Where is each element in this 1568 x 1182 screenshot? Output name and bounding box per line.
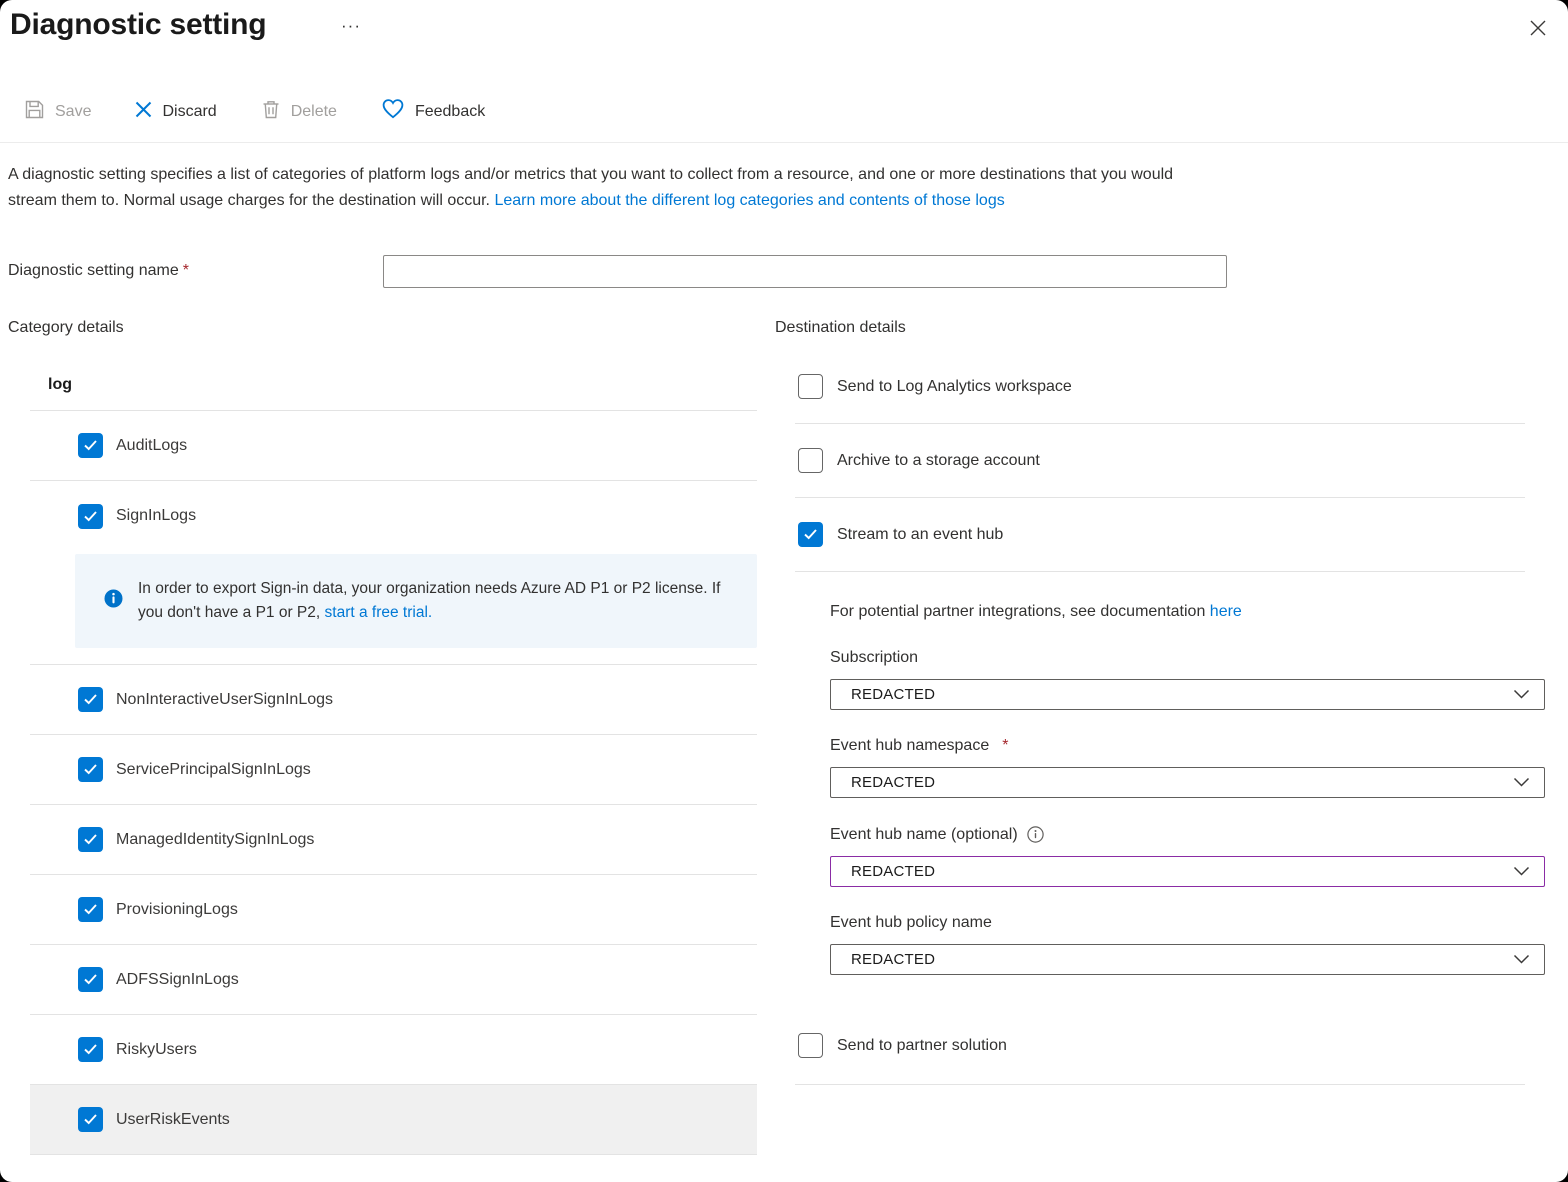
event-hub-namespace-label: Event hub namespace*	[830, 738, 1545, 754]
required-asterisk: *	[183, 262, 189, 279]
category-row-userriskevents[interactable]: UserRiskEvents	[30, 1085, 757, 1155]
event-hub-policy-dropdown[interactable]: REDACTED	[830, 944, 1545, 975]
signin-export-info-box: In order to export Sign-in data, your or…	[75, 554, 757, 648]
chevron-down-icon	[1513, 686, 1530, 704]
command-bar: Save Discard Delete	[24, 98, 485, 125]
checkbox-storage-account[interactable]	[798, 448, 823, 473]
discard-icon	[135, 101, 152, 123]
destination-details-heading: Destination details	[775, 310, 1525, 338]
category-list: AuditLogs SignInLogs	[30, 410, 757, 1155]
close-icon	[1528, 18, 1548, 43]
destination-row-storage-account[interactable]: Archive to a storage account	[795, 424, 1525, 498]
category-details-section: Category details log AuditLogs SignInLog…	[0, 310, 757, 1155]
feedback-button[interactable]: Feedback	[381, 98, 485, 125]
chevron-down-icon	[1513, 951, 1530, 969]
category-row-serviceprincipalsigninlogs[interactable]: ServicePrincipalSignInLogs	[30, 735, 757, 805]
event-hub-name-label: Event hub name (optional)	[830, 826, 1545, 843]
discard-button[interactable]: Discard	[135, 101, 216, 123]
save-icon	[24, 99, 45, 125]
category-row-adfssigninlogs[interactable]: ADFSSignInLogs	[30, 945, 757, 1015]
close-button[interactable]	[1522, 14, 1554, 46]
checkbox-signinlogs[interactable]	[78, 504, 103, 529]
checkbox-adfssigninlogs[interactable]	[78, 967, 103, 992]
category-row-auditlogs[interactable]: AuditLogs	[30, 411, 757, 481]
discard-label: Discard	[162, 103, 216, 121]
event-hub-config-panel: For potential partner integrations, see …	[830, 572, 1545, 975]
delete-button[interactable]: Delete	[261, 99, 337, 125]
feedback-icon	[381, 98, 405, 125]
destination-details-section: Destination details Send to Log Analytic…	[775, 310, 1525, 1085]
destination-row-event-hub[interactable]: Stream to an event hub	[795, 498, 1525, 572]
checkbox-serviceprincipalsigninlogs[interactable]	[78, 757, 103, 782]
overflow-menu-icon[interactable]: ···	[341, 16, 361, 36]
toolbar-divider	[0, 142, 1568, 143]
delete-icon	[261, 99, 281, 125]
learn-more-link[interactable]: Learn more about the different log categ…	[494, 192, 1004, 209]
event-hub-namespace-field: Event hub namespace* REDACTED	[830, 738, 1545, 798]
subscription-label: Subscription	[830, 650, 1545, 666]
destination-row-log-analytics[interactable]: Send to Log Analytics workspace	[795, 350, 1525, 424]
category-row-provisioninglogs[interactable]: ProvisioningLogs	[30, 875, 757, 945]
checkbox-auditlogs[interactable]	[78, 433, 103, 458]
event-hub-policy-field: Event hub policy name REDACTED	[830, 915, 1545, 975]
event-hub-namespace-dropdown[interactable]: REDACTED	[830, 767, 1545, 798]
log-group-header: log	[48, 375, 757, 395]
subscription-dropdown[interactable]: REDACTED	[830, 679, 1545, 710]
checkbox-riskyusers[interactable]	[78, 1037, 103, 1062]
destination-row-partner-solution[interactable]: Send to partner solution	[795, 1007, 1525, 1085]
checkbox-managedidentitysigninlogs[interactable]	[78, 827, 103, 852]
checkbox-partner-solution[interactable]	[798, 1033, 823, 1058]
chevron-down-icon	[1513, 774, 1530, 792]
feedback-label: Feedback	[415, 103, 485, 121]
delete-label: Delete	[291, 103, 337, 121]
subscription-field: Subscription REDACTED	[830, 650, 1545, 710]
info-tooltip-icon[interactable]	[1027, 826, 1044, 843]
intro-text: A diagnostic setting specifies a list of…	[8, 162, 1204, 214]
chevron-down-icon	[1513, 863, 1530, 881]
free-trial-link[interactable]: start a free trial.	[325, 604, 433, 621]
category-details-heading: Category details	[8, 310, 757, 338]
signin-info-text: In order to export Sign-in data, your or…	[138, 577, 737, 625]
save-label: Save	[55, 103, 91, 121]
name-field-label: Diagnostic setting name*	[8, 262, 189, 280]
checkbox-provisioninglogs[interactable]	[78, 897, 103, 922]
event-hub-name-field: Event hub name (optional) REDACTED	[830, 826, 1545, 887]
category-row-riskyusers[interactable]: RiskyUsers	[30, 1015, 757, 1085]
info-icon	[104, 589, 123, 613]
diagnostic-setting-pane: Diagnostic setting ··· Save Discard	[0, 0, 1568, 1182]
partner-integrations-note: For potential partner integrations, see …	[830, 602, 1545, 622]
checkbox-userriskevents[interactable]	[78, 1107, 103, 1132]
checkbox-event-hub[interactable]	[798, 522, 823, 547]
page-title: Diagnostic setting	[10, 8, 266, 42]
required-asterisk: *	[1002, 738, 1008, 754]
event-hub-policy-label: Event hub policy name	[830, 915, 1545, 931]
save-button[interactable]: Save	[24, 99, 91, 125]
destination-list: Send to Log Analytics workspace Archive …	[795, 350, 1525, 1085]
checkbox-log-analytics[interactable]	[798, 374, 823, 399]
category-section-signinlogs: SignInLogs In order to export Sign-in da…	[30, 481, 757, 665]
event-hub-name-dropdown[interactable]: REDACTED	[830, 856, 1545, 887]
checkbox-noninteractiveusersigninlogs[interactable]	[78, 687, 103, 712]
category-row-noninteractiveusersigninlogs[interactable]: NonInteractiveUserSignInLogs	[30, 665, 757, 735]
category-row-managedidentitysigninlogs[interactable]: ManagedIdentitySignInLogs	[30, 805, 757, 875]
category-row-signinlogs[interactable]: SignInLogs	[30, 481, 757, 551]
documentation-here-link[interactable]: here	[1210, 603, 1242, 620]
diagnostic-setting-name-input[interactable]	[383, 255, 1227, 288]
